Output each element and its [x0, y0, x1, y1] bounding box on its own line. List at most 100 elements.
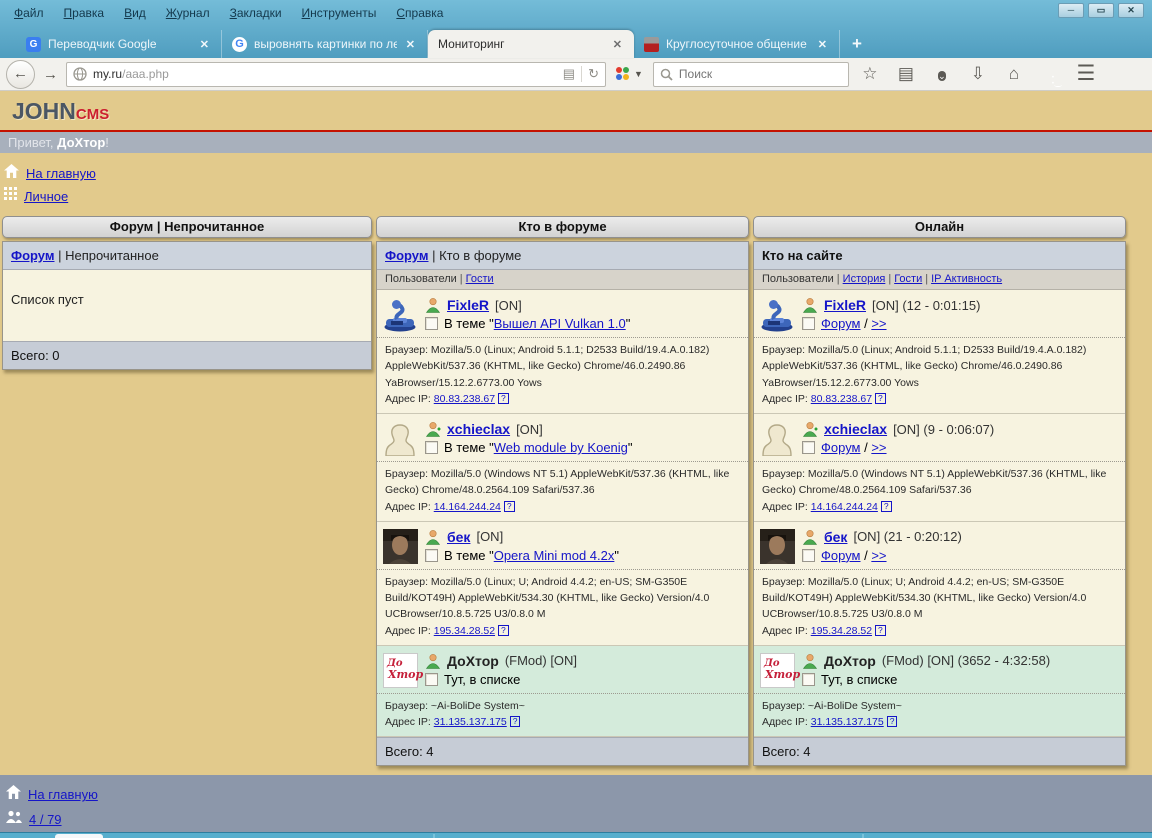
topic-link[interactable]: Opera Mini mod 4.2x [494, 548, 615, 563]
close-button[interactable]: ✕ [1118, 3, 1144, 18]
google-icon: G [232, 37, 247, 52]
menu-hamburger-icon[interactable]: ☰ [1071, 64, 1101, 84]
downloads-icon[interactable]: ⇩ [963, 64, 993, 84]
minimize-button[interactable]: ─ [1058, 3, 1084, 18]
browser-label: Браузер: [762, 344, 808, 356]
whois-icon[interactable]: ? [498, 625, 509, 636]
home-icon[interactable]: ⌂ [999, 64, 1029, 84]
username-link[interactable]: бек [824, 529, 847, 545]
username-link[interactable]: xchieclax [824, 421, 887, 437]
search-box[interactable] [653, 62, 849, 87]
ip-link[interactable]: 195.34.28.52 [434, 625, 495, 637]
tab-close-icon[interactable]: ✕ [198, 38, 211, 51]
tab-2[interactable]: Gвыровнять картинки по ле...✕ [222, 30, 428, 58]
bookmark-star-icon[interactable]: ☆ [855, 64, 885, 84]
username-link[interactable]: xchieclax [447, 421, 510, 437]
tab-close-icon[interactable]: ✕ [611, 38, 624, 51]
maximize-button[interactable]: ▭ [1088, 3, 1114, 18]
subheader-forum-link[interactable]: Форум [11, 248, 54, 263]
filter-link-история[interactable]: История [843, 273, 886, 285]
ip-link[interactable]: 80.83.238.67 [811, 393, 872, 405]
user-more-link[interactable]: >> [871, 548, 886, 563]
select-checkbox[interactable] [802, 441, 815, 454]
member-glyph [802, 529, 818, 545]
select-checkbox[interactable] [425, 317, 438, 330]
home-icon [4, 164, 19, 178]
menu-item-журнал[interactable]: Журнал [166, 6, 210, 26]
whois-icon[interactable]: ? [875, 625, 886, 636]
ip-link[interactable]: 31.135.137.175 [434, 716, 507, 728]
user-forum-link[interactable]: Форум [821, 440, 861, 455]
select-checkbox[interactable] [802, 317, 815, 330]
top-link-1[interactable]: На главную [26, 166, 96, 181]
user-forum-link[interactable]: Форум [821, 548, 861, 563]
user-more-link[interactable]: >> [871, 440, 886, 455]
tab-3[interactable]: Мониторинг✕ [428, 30, 634, 58]
avatar-text-line: Хтор [764, 669, 794, 681]
ip-link[interactable]: 195.34.28.52 [811, 625, 872, 637]
ip-link[interactable]: 31.135.137.175 [811, 716, 884, 728]
user-main-row: ДоХторДоХтор(FMod) [ON] (3652 - 4:32:58)… [754, 646, 1125, 693]
select-checkbox[interactable] [802, 549, 815, 562]
user-line-2: Форум / >> [802, 548, 1119, 563]
whois-icon[interactable]: ? [875, 393, 886, 404]
whois-icon[interactable]: ? [887, 716, 898, 727]
user-more-link[interactable]: >> [871, 316, 886, 331]
user-main-row: xchieclax[ON] (9 - 0:06:07)Форум / >> [754, 414, 1125, 461]
menu-item-вид[interactable]: Вид [124, 6, 146, 26]
menu-item-файл[interactable]: Файл [14, 6, 44, 26]
tab-close-icon[interactable]: ✕ [404, 38, 417, 51]
filter-row: Пользователи|История|Гости|IP Активность [754, 270, 1125, 290]
topic-link[interactable]: Web module by Koenig [494, 440, 628, 455]
extension-button[interactable]: ▼ [612, 65, 647, 83]
reading-list-icon[interactable]: ▤ [891, 64, 921, 84]
user-line-1: xchieclax[ON] [425, 421, 742, 437]
select-checkbox[interactable] [802, 673, 815, 686]
whois-icon[interactable]: ? [498, 393, 509, 404]
whois-icon[interactable]: ? [504, 501, 515, 512]
menu-item-справка[interactable]: Справка [396, 6, 443, 26]
select-checkbox[interactable] [425, 673, 438, 686]
stamp-avatar [760, 297, 795, 332]
ip-link[interactable]: 14.164.244.24 [811, 501, 878, 513]
footer-link-1[interactable]: На главную [28, 787, 98, 802]
whois-icon[interactable]: ? [881, 501, 892, 512]
subheader-forum-link[interactable]: Форум [385, 248, 428, 263]
search-input[interactable] [679, 67, 829, 81]
select-checkbox[interactable] [425, 549, 438, 562]
member-icon [425, 529, 441, 545]
forward-button[interactable]: → [41, 66, 60, 83]
tab-4[interactable]: Круглосуточное общение (...✕ [634, 30, 840, 58]
new-tab-button[interactable]: + [840, 34, 874, 58]
reader-mode-icon[interactable]: ▤ [563, 66, 575, 82]
username-link[interactable]: FixleR [447, 297, 489, 313]
user-info: FixleR[ON]В теме "Вышел API Vulkan 1.0" [425, 297, 742, 332]
ip-link[interactable]: 14.164.244.24 [434, 501, 501, 513]
menu-item-правка[interactable]: Правка [64, 6, 105, 26]
username-link[interactable]: FixleR [824, 297, 866, 313]
user-forum-link[interactable]: Форум [821, 316, 861, 331]
filter-link-ip-активность[interactable]: IP Активность [931, 273, 1002, 285]
username-link[interactable]: бек [447, 529, 470, 545]
topic-link[interactable]: Вышел API Vulkan 1.0 [494, 316, 626, 331]
top-link-2[interactable]: Личное [24, 189, 68, 204]
ip-link[interactable]: 80.83.238.67 [434, 393, 495, 405]
tab-1[interactable]: GПереводчик Google✕ [16, 30, 222, 58]
url-bar[interactable]: my.ru/aaa.php ▤ ↻ [66, 62, 606, 87]
filter-link-гости[interactable]: Гости [466, 273, 494, 285]
user-line-2: Тут, в списке [802, 672, 1119, 687]
reload-icon[interactable]: ↻ [588, 66, 599, 82]
user-details: Браузер: Mozilla/5.0 (Linux; U; Android … [754, 569, 1125, 645]
footer-link-2[interactable]: 4 / 79 [29, 812, 62, 827]
os-taskbar[interactable] [0, 832, 1152, 838]
tab-close-icon[interactable]: ✕ [816, 38, 829, 51]
back-button[interactable]: ← [6, 60, 35, 89]
pocket-icon[interactable]: ⌄ [927, 64, 957, 84]
whois-icon[interactable]: ? [510, 716, 521, 727]
select-checkbox[interactable] [425, 441, 438, 454]
menu-item-инструменты[interactable]: Инструменты [302, 6, 377, 26]
user-status: (FMod) [ON] [505, 653, 577, 668]
user-row-FixleR: FixleR[ON]В теме "Вышел API Vulkan 1.0"Б… [377, 290, 748, 414]
menu-item-закладки[interactable]: Закладки [230, 6, 282, 26]
filter-link-гости[interactable]: Гости [894, 273, 922, 285]
